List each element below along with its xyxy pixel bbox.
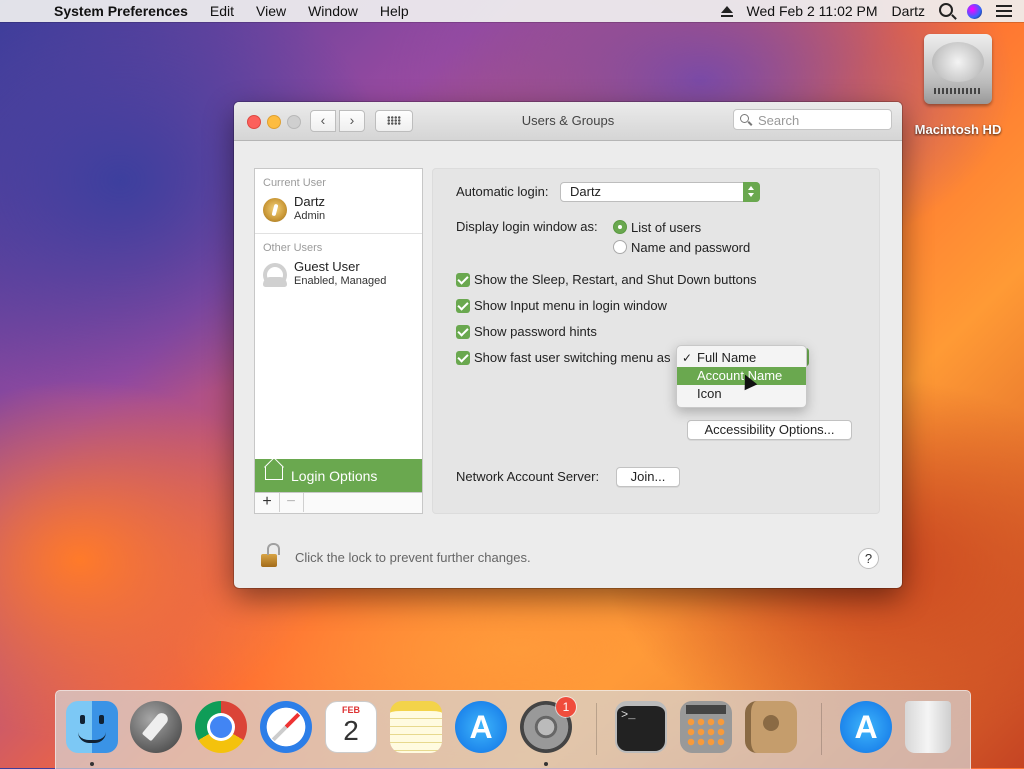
- eject-icon[interactable]: [720, 5, 733, 17]
- safari-icon[interactable]: [260, 701, 312, 753]
- finder-icon[interactable]: [66, 701, 118, 753]
- lock-icon[interactable]: [261, 543, 280, 567]
- popup-arrows-icon: [743, 182, 760, 202]
- checkbox-label[interactable]: Show fast user switching menu as: [474, 350, 674, 365]
- radio-list-of-users[interactable]: [613, 220, 627, 234]
- auto-login-label: Automatic login:: [456, 184, 549, 199]
- hard-drive-icon[interactable]: [924, 34, 992, 104]
- login-options-label: Login Options: [291, 468, 378, 484]
- menu-option-full-name[interactable]: ✓ Full Name: [677, 349, 806, 367]
- dock: FEB 2 1: [55, 690, 971, 769]
- dock-separator: [821, 703, 822, 755]
- search-field[interactable]: [733, 109, 892, 130]
- notification-badge: 1: [556, 697, 576, 717]
- calculator-icon[interactable]: [680, 701, 732, 753]
- spotlight-icon[interactable]: [939, 3, 953, 17]
- running-indicator: [90, 762, 94, 766]
- user-item-guest[interactable]: Guest User Enabled, Managed: [255, 256, 422, 298]
- current-user-header: Current User: [263, 177, 326, 189]
- help-button[interactable]: ?: [858, 548, 879, 569]
- house-icon: [265, 467, 283, 480]
- calendar-month: FEB: [342, 705, 360, 715]
- checkbox-fast-user-switching[interactable]: [456, 351, 470, 365]
- checkbox-label[interactable]: Show password hints: [474, 324, 597, 339]
- menu-app-name[interactable]: System Preferences: [54, 3, 188, 19]
- auto-login-value: Dartz: [570, 184, 602, 199]
- checkbox-sleep-restart-shutdown[interactable]: [456, 273, 470, 287]
- checkbox-password-hints[interactable]: [456, 325, 470, 339]
- guest-avatar-icon: [263, 263, 287, 287]
- user-role: Enabled, Managed: [294, 275, 387, 287]
- user-name: Dartz: [294, 194, 326, 209]
- sidebar-toolbar: + −: [255, 492, 422, 513]
- menu-help[interactable]: Help: [380, 3, 409, 19]
- sidebar-item-login-options[interactable]: Login Options: [255, 459, 422, 493]
- users-sidebar: Current User Dartz Admin Other Users Gue…: [254, 168, 423, 514]
- user-name: Guest User: [294, 259, 360, 274]
- menu-edit[interactable]: Edit: [210, 3, 234, 19]
- search-input[interactable]: [756, 112, 890, 129]
- user-item-dartz[interactable]: Dartz Admin: [255, 191, 422, 233]
- other-users-header: Other Users: [263, 242, 323, 254]
- terminal-icon[interactable]: [615, 701, 667, 753]
- option-label: Full Name: [697, 350, 757, 365]
- dock-separator: [596, 703, 597, 755]
- checkbox-label[interactable]: Show Input menu in login window: [474, 298, 667, 313]
- network-server-label: Network Account Server:: [456, 469, 600, 484]
- drive-label: Macintosh HD: [914, 122, 1002, 137]
- radio-name-and-password[interactable]: [613, 240, 627, 254]
- add-user-button[interactable]: +: [255, 493, 280, 512]
- calendar-day: 2: [343, 715, 359, 746]
- auto-login-popup[interactable]: Dartz: [560, 182, 760, 202]
- display-login-label: Display login window as:: [456, 219, 598, 234]
- trash-icon[interactable]: [905, 701, 951, 753]
- user-role: Admin: [294, 210, 326, 222]
- menu-option-icon[interactable]: Icon: [677, 385, 806, 403]
- accessibility-options-button[interactable]: Accessibility Options...: [687, 420, 852, 440]
- siri-icon[interactable]: [967, 3, 982, 19]
- lock-status-text: Click the lock to prevent further change…: [295, 550, 531, 565]
- notes-icon[interactable]: [390, 701, 442, 753]
- remove-user-button[interactable]: −: [279, 493, 304, 512]
- checkmark-icon: ✓: [682, 351, 693, 365]
- contacts-icon[interactable]: [745, 701, 797, 753]
- menu-bar: System Preferences Edit View Window Help…: [0, 0, 1024, 22]
- chrome-icon[interactable]: [195, 701, 247, 753]
- notification-center-icon[interactable]: [996, 5, 1012, 17]
- running-indicator: [544, 762, 548, 766]
- join-button[interactable]: Join...: [616, 467, 680, 487]
- menubar-user[interactable]: Dartz: [892, 3, 925, 19]
- launchpad-icon[interactable]: [130, 701, 182, 753]
- radio-label-name-and-password[interactable]: Name and password: [631, 240, 750, 255]
- option-label: Icon: [697, 386, 722, 401]
- menubar-clock[interactable]: Wed Feb 2 11:02 PM: [747, 3, 878, 19]
- app-store-downloads-icon[interactable]: [840, 701, 892, 753]
- menu-window[interactable]: Window: [308, 3, 358, 19]
- app-store-icon[interactable]: [455, 701, 507, 753]
- user-avatar-icon: [263, 198, 287, 222]
- search-icon: [740, 114, 749, 123]
- menu-view[interactable]: View: [256, 3, 286, 19]
- checkbox-input-menu[interactable]: [456, 299, 470, 313]
- title-bar[interactable]: ‹ › Users & Groups: [234, 102, 902, 141]
- desktop-drive[interactable]: Macintosh HD: [912, 34, 1004, 137]
- calendar-icon[interactable]: FEB 2: [325, 701, 377, 753]
- checkbox-label[interactable]: Show the Sleep, Restart, and Shut Down b…: [474, 272, 757, 287]
- radio-label-list-of-users[interactable]: List of users: [631, 220, 701, 235]
